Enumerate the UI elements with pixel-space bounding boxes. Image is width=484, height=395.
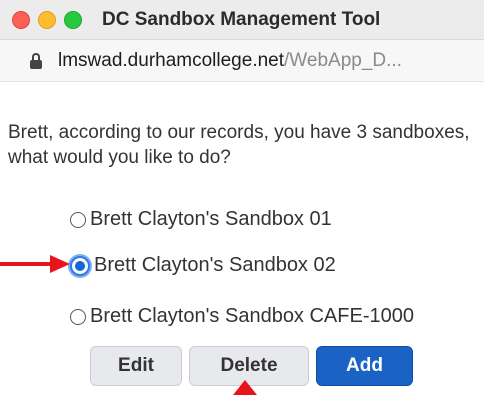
sandbox-option-02[interactable]: Brett Clayton's Sandbox 02	[70, 254, 336, 277]
window-controls	[12, 10, 90, 29]
url-path: /WebApp_D...	[284, 49, 402, 71]
radio-button-selected[interactable]	[70, 255, 90, 276]
annotation-arrow-right	[0, 255, 70, 273]
edit-button[interactable]: Edit	[90, 346, 182, 386]
sandbox-option-01[interactable]: Brett Clayton's Sandbox 01	[70, 208, 332, 231]
url-domain: lmswad.durhamcollege.net	[58, 49, 285, 71]
radio-button[interactable]	[70, 308, 86, 325]
window-titlebar: DC Sandbox Management Tool	[0, 0, 484, 40]
radio-button[interactable]	[70, 211, 86, 228]
url-text[interactable]: lmswad.durhamcollege.net/WebApp_D...	[58, 50, 402, 72]
close-window-button[interactable]	[12, 10, 30, 29]
sandbox-option-label: Brett Clayton's Sandbox CAFE-1000	[90, 305, 414, 327]
address-bar[interactable]: lmswad.durhamcollege.net/WebApp_D...	[0, 40, 484, 82]
lock-icon	[30, 52, 42, 69]
sandbox-option-cafe-1000[interactable]: Brett Clayton's Sandbox CAFE-1000	[70, 305, 414, 328]
zoom-window-button[interactable]	[64, 10, 82, 29]
add-button[interactable]: Add	[316, 346, 413, 386]
sandbox-prompt: Brett, according to our records, you hav…	[8, 122, 470, 168]
window-title: DC Sandbox Management Tool	[102, 8, 381, 30]
annotation-arrow-up	[233, 380, 257, 395]
minimize-window-button[interactable]	[38, 10, 56, 29]
sandbox-option-label: Brett Clayton's Sandbox 02	[94, 254, 336, 276]
sandbox-option-label: Brett Clayton's Sandbox 01	[90, 208, 332, 230]
